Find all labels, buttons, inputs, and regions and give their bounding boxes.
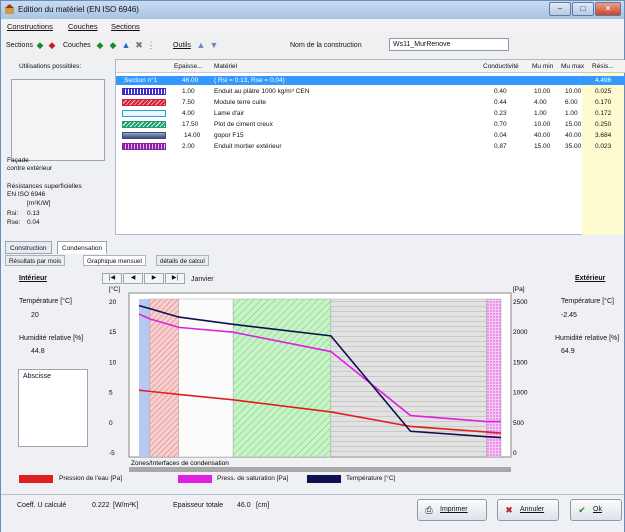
layer-zone	[330, 298, 487, 458]
right-tick-label: 2000	[513, 329, 528, 336]
left-tick-label: 20	[109, 299, 117, 306]
print-label: Imprimer	[440, 506, 468, 513]
cancel-icon: ✖	[505, 505, 513, 515]
cancel-label: Annuler	[520, 506, 545, 513]
left-tick-label: 10	[109, 359, 117, 366]
coeff-u-label: Coeff. U calculé	[17, 502, 67, 509]
right-tick-label: 0	[513, 450, 517, 457]
legend-swatch-pression	[19, 475, 53, 483]
layer-zone	[232, 298, 332, 458]
window: Edition du matériel (EN ISO 6946) – □ ✕ …	[0, 0, 625, 532]
left-tick-label: 0	[109, 420, 113, 427]
layer-zone	[139, 299, 150, 457]
cancel-button[interactable]: ✖ Annuler	[497, 499, 559, 521]
right-axis-unit: [Pa]	[513, 286, 525, 293]
left-tick-label: -5	[109, 450, 115, 457]
right-tick-label: 2500	[513, 299, 528, 306]
ok-button[interactable]: ✔ Ok	[570, 499, 622, 521]
right-tick-label: 500	[513, 420, 524, 427]
coeff-u-unit: [W/m²K]	[113, 502, 139, 509]
legend-pression: Pression de l'eau [Pa]	[59, 475, 123, 482]
check-icon: ✔	[578, 505, 586, 515]
right-tick-label: 1500	[513, 359, 528, 366]
total-thickness-value: 46.0	[237, 502, 251, 509]
print-button[interactable]: ⎙ Imprimer	[417, 499, 487, 521]
legend-swatch-temperature	[307, 475, 341, 483]
left-tick-label: 15	[109, 329, 117, 336]
legend-saturation: Press. de saturation [Pa]	[217, 475, 289, 482]
right-tick-label: 1000	[513, 390, 528, 397]
left-axis-unit: [°C]	[109, 285, 120, 293]
zones-label: Zones/Interfaces de condensation	[131, 460, 229, 467]
total-thickness-unit: [cm]	[256, 502, 270, 509]
printer-icon: ⎙	[425, 505, 433, 515]
ok-label: Ok	[593, 506, 602, 513]
condensation-zone-bar	[129, 467, 511, 472]
condensation-chart: 20 15 10 5 0 -5 [°C] 2500 2000 1500 1000 500 0 [Pa] Zo…	[109, 285, 528, 472]
legend-swatch-saturation	[178, 475, 212, 483]
legend-temperature: Température [°C]	[346, 475, 396, 482]
total-thickness-label: Epaisseur totale	[173, 502, 224, 509]
coeff-u-value: 0.222	[92, 502, 110, 509]
left-tick-label: 5	[109, 390, 113, 397]
